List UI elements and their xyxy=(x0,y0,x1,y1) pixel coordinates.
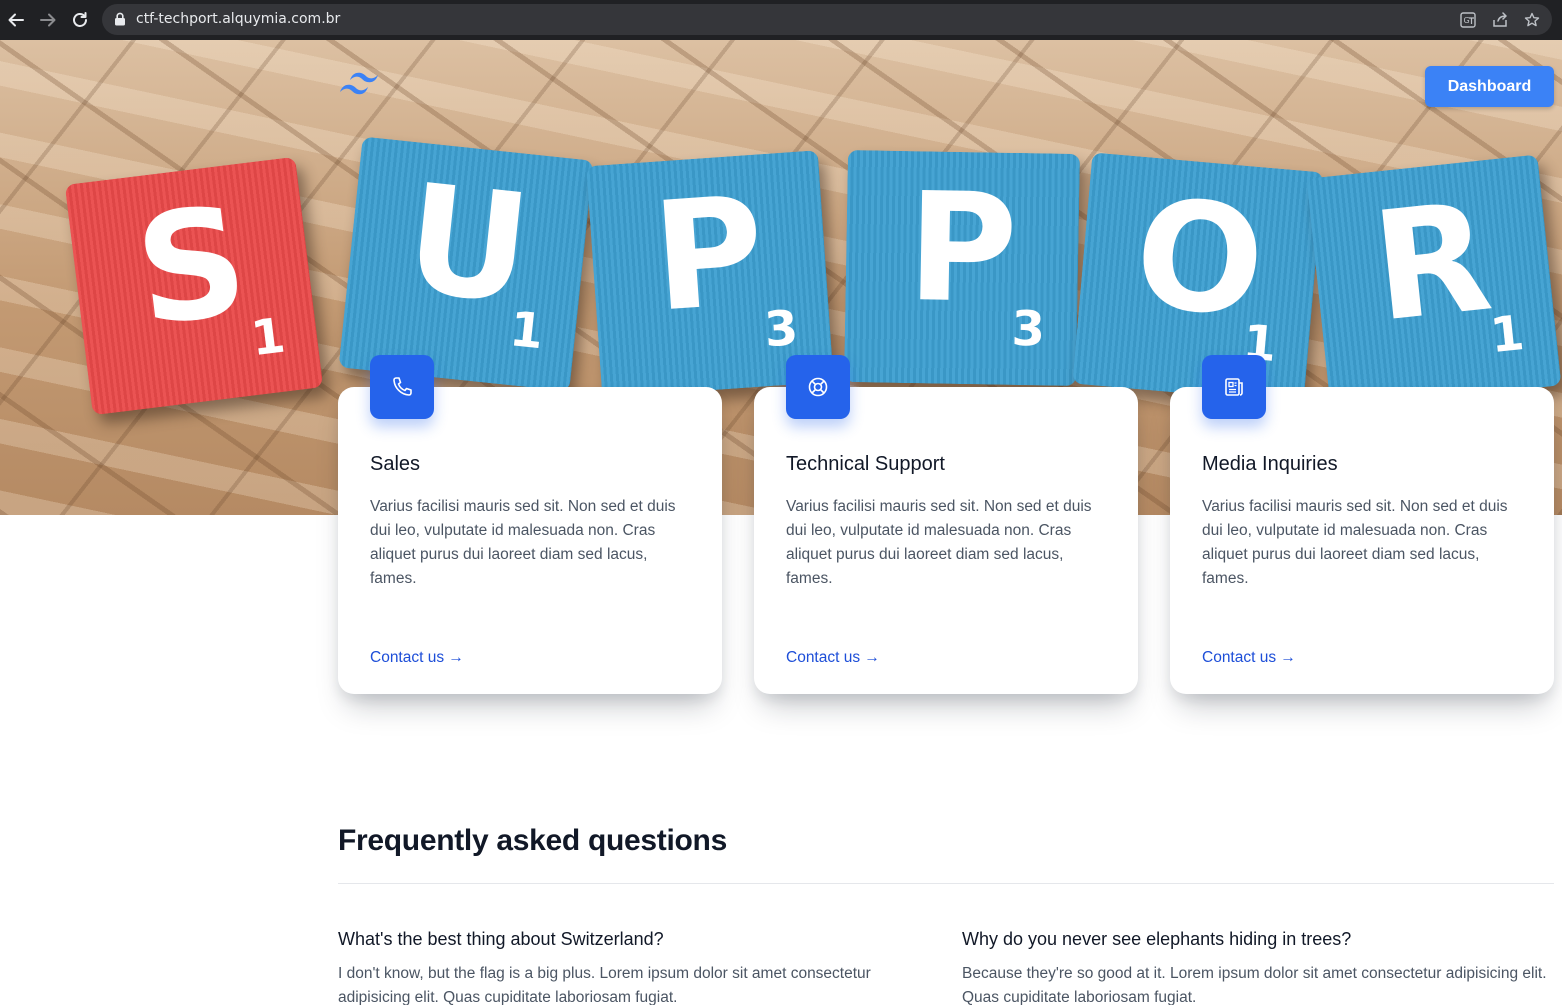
tile-letter: U xyxy=(398,152,538,338)
tile-score: 3 xyxy=(1011,300,1046,358)
svg-text:G: G xyxy=(1464,16,1470,25)
url-text[interactable]: ctf-techport.alquymia.com.br xyxy=(136,11,340,27)
tile-letter: O xyxy=(1128,166,1271,352)
lifebuoy-icon xyxy=(786,355,850,419)
contact-card-sales: Sales Varius facilisi mauris sed sit. No… xyxy=(338,355,722,694)
browser-toolbar: ctf-techport.alquymia.com.br G xyxy=(0,0,1562,40)
scrabble-tile: O 1 xyxy=(1072,152,1324,404)
back-icon[interactable] xyxy=(4,8,28,32)
card-title: Media Inquiries xyxy=(1202,453,1338,475)
tile-score: 1 xyxy=(507,301,547,361)
translate-icon[interactable]: G xyxy=(1458,10,1478,30)
faq-divider xyxy=(338,883,1554,884)
contact-card-technical-support: Technical Support Varius facilisi mauris… xyxy=(754,355,1138,694)
forward-icon[interactable] xyxy=(36,8,60,32)
lock-icon[interactable] xyxy=(114,12,126,31)
scrabble-tile: S 1 xyxy=(64,156,324,416)
contact-us-link[interactable]: Contact us → xyxy=(1202,649,1296,667)
scrabble-tile: U 1 xyxy=(338,136,594,392)
tile-score: 3 xyxy=(762,300,800,359)
reload-icon[interactable] xyxy=(68,8,92,32)
tile-score: 1 xyxy=(248,307,289,368)
faq-heading: Frequently asked questions xyxy=(338,824,727,857)
contact-us-link[interactable]: Contact us → xyxy=(370,649,464,667)
newspaper-icon xyxy=(1202,355,1266,419)
phone-icon xyxy=(370,355,434,419)
faq-question: Why do you never see elephants hiding in… xyxy=(962,929,1352,949)
scrabble-tile: R 1 xyxy=(1306,154,1562,410)
faq-question: What's the best thing about Switzerland? xyxy=(338,929,664,949)
card-title: Sales xyxy=(370,453,421,475)
faq-answer: I don't know, but the flag is a big plus… xyxy=(338,965,871,1005)
contact-us-link[interactable]: Contact us → xyxy=(786,649,880,667)
card-description: Varius facilisi mauris sed sit. Non sed … xyxy=(1202,498,1508,587)
tailwind-logo-icon[interactable] xyxy=(338,70,384,105)
card-description: Varius facilisi mauris sed sit. Non sed … xyxy=(370,498,676,587)
scrabble-tile: P 3 xyxy=(843,149,1081,387)
tile-score: 1 xyxy=(1487,305,1527,365)
address-bar[interactable]: ctf-techport.alquymia.com.br G xyxy=(102,4,1552,35)
faq-answer: Because they're so good at it. Lorem ips… xyxy=(962,965,1547,1005)
card-description: Varius facilisi mauris sed sit. Non sed … xyxy=(786,498,1092,587)
contact-card-media-inquiries: Media Inquiries Varius facilisi mauris s… xyxy=(1170,355,1554,694)
dashboard-button[interactable]: Dashboard xyxy=(1425,66,1554,107)
bookmark-star-icon[interactable] xyxy=(1522,10,1542,30)
share-icon[interactable] xyxy=(1490,10,1510,30)
card-title: Technical Support xyxy=(786,453,945,475)
